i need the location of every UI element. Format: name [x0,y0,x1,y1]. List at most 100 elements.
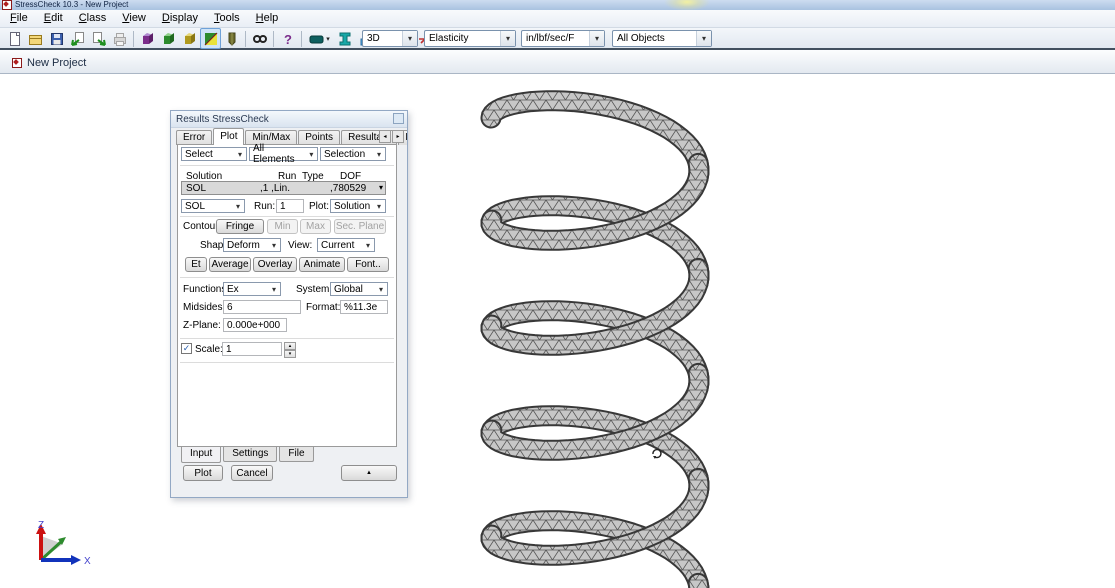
overlay-button[interactable]: Overlay [253,257,297,272]
beam-section-icon[interactable] [334,28,355,49]
model-viewport[interactable] [440,80,740,588]
midsides-input[interactable] [223,300,301,314]
cancel-button[interactable]: Cancel [231,465,273,481]
analysis-class-combo[interactable]: Elasticity [424,30,516,47]
menu-class[interactable]: Class [71,10,115,27]
tab-scroll-right-icon[interactable] [392,130,404,143]
menu-edit[interactable]: Edit [36,10,71,27]
min-button[interactable]: Min [267,219,298,234]
tab-plot[interactable]: Plot [213,128,244,145]
view-label: View: [288,240,312,251]
system-value: Global [334,284,363,295]
et-button[interactable]: Et [185,257,207,272]
scale-spinner[interactable] [284,342,296,356]
menu-tools[interactable]: Tools [206,10,248,27]
z-axis-label: Z [38,520,44,531]
material-tool-icon[interactable] [221,28,242,49]
export-icon[interactable] [88,28,109,49]
entity-value: All Elements [253,143,306,165]
save-icon[interactable] [46,28,67,49]
fringe-button[interactable]: Fringe [216,219,264,234]
model-cube-yellow-icon[interactable] [179,28,200,49]
print-icon[interactable] [109,28,130,49]
selection-value: Selection [324,149,365,160]
results-dialog-titlebar[interactable]: Results StressCheck [171,111,407,128]
zplane-input[interactable] [223,318,287,332]
scale-checkbox[interactable]: ✓ [181,343,192,354]
color-swatch-dropdown[interactable]: ▾ [305,28,334,49]
select-mode-combo[interactable]: Select [181,147,247,161]
project-tab[interactable]: New Project [2,53,96,73]
toolbar: ? ▾ ▾ p▾ ▾ ▾ 3D Elast [0,28,1115,50]
bottom-tab-settings[interactable]: Settings [223,447,277,462]
function-combo[interactable]: Ex [223,282,281,296]
chevron-down-icon [500,31,515,46]
shape-combo[interactable]: Deform [223,238,281,252]
x-axis-label: X [84,556,91,567]
units-combo[interactable]: in/lbf/sec/F [521,30,605,47]
solution-name-combo[interactable]: SOL [181,199,245,213]
chevron-down-icon [379,183,383,192]
run-input[interactable] [276,199,304,213]
import-icon[interactable] [67,28,88,49]
animate-button[interactable]: Animate [299,257,345,272]
collapse-panel-button[interactable]: ▲ [341,465,397,481]
font-button[interactable]: Font.. [347,257,389,272]
tab-error[interactable]: Error [176,130,212,145]
chevron-down-icon [696,31,711,46]
app-icon [2,0,12,10]
selection-combo[interactable]: Selection [320,147,386,161]
new-file-icon[interactable] [4,28,25,49]
system-combo[interactable]: Global [330,282,388,296]
format-input[interactable] [340,300,388,314]
dimension-combo[interactable]: 3D [362,30,418,47]
plot-input-panel: Select All Elements Selection Solution R… [177,144,397,447]
dialog-pin-button[interactable] [393,113,404,124]
window-title: StressCheck 10.3 - New Project [15,0,128,10]
scale-input[interactable] [222,342,282,356]
chevron-down-icon [268,283,280,295]
chevron-down-icon [306,148,317,160]
svg-text:?: ? [284,32,292,47]
menu-bar: File Edit Class View Display Tools Help [0,10,1115,28]
chevron-down-icon [375,283,387,295]
rotate-cursor-icon [650,446,664,460]
find-icon[interactable] [249,28,270,49]
entity-combo[interactable]: All Elements [249,147,318,161]
menu-view[interactable]: View [114,10,154,27]
bottom-tab-input[interactable]: Input [181,447,221,463]
chevron-down-icon [362,239,374,251]
help-icon[interactable]: ? [277,28,298,49]
objects-combo[interactable]: All Objects [612,30,712,47]
menu-display[interactable]: Display [154,10,206,27]
plot-button[interactable]: Plot [183,465,223,481]
average-button[interactable]: Average [209,257,251,272]
chevron-down-icon [268,239,280,251]
format-label: Format: [306,302,340,313]
chevron-down-icon [373,200,385,212]
spinner-down-icon[interactable] [284,350,296,358]
chevron-down-icon [234,148,246,160]
max-button[interactable]: Max [300,219,331,234]
tab-scroll-left-icon[interactable] [379,130,391,143]
chevron-down-icon [373,148,385,160]
sec-plane-button[interactable]: Sec. Plane [334,219,386,234]
project-tab-icon [12,58,22,68]
solution-select-combo[interactable]: SOL ,1 ,Lin. ,780529 [181,181,386,195]
menu-file[interactable]: File [2,10,36,27]
results-dialog: Results StressCheck Error Plot Min/Max P… [170,110,408,498]
open-folder-icon[interactable] [25,28,46,49]
display-mode-toggle-icon[interactable] [200,28,221,49]
function-value: Ex [227,284,239,295]
chevron-down-icon [232,200,244,212]
model-cube-purple-icon[interactable] [137,28,158,49]
midsides-label: Midsides: [183,302,225,313]
spinner-up-icon[interactable] [284,342,296,350]
model-cube-green-icon[interactable] [158,28,179,49]
bottom-tab-file[interactable]: File [279,447,313,462]
run-label: Run: [254,201,275,212]
menu-help[interactable]: Help [248,10,287,27]
plot-type-combo[interactable]: Solution [330,199,386,213]
zplane-label: Z-Plane: [183,320,221,331]
view-combo[interactable]: Current [317,238,375,252]
